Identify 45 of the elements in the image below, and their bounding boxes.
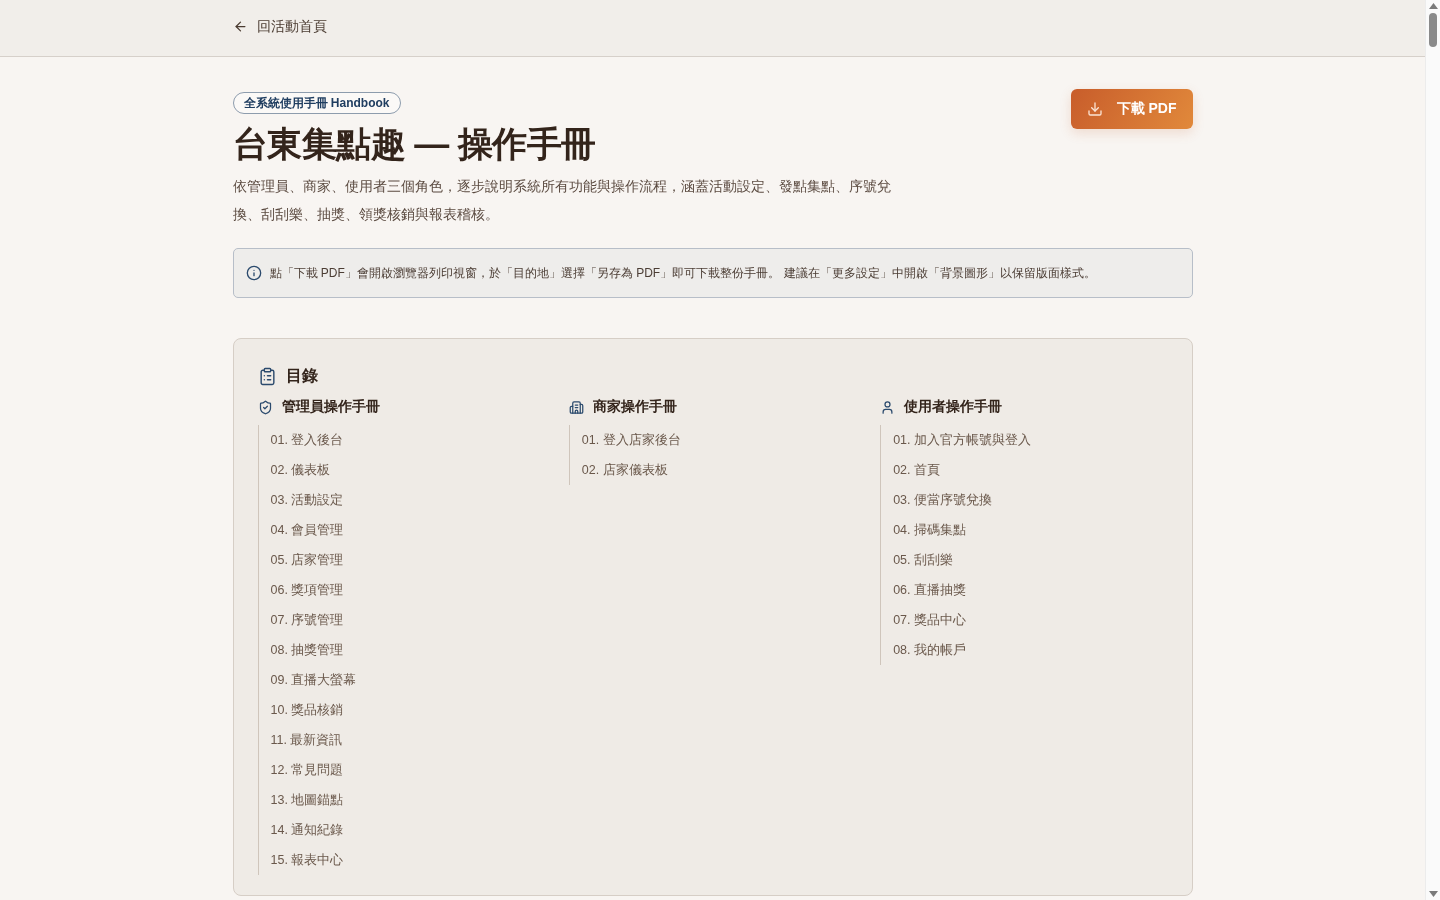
toc-link[interactable]: 11. 最新資訊 xyxy=(270,731,343,749)
download-icon xyxy=(1086,101,1103,117)
back-link[interactable]: 回活動首頁 xyxy=(232,17,327,36)
section-heading: 商家操作手冊 xyxy=(592,398,677,416)
toc-link[interactable]: 13. 地圖錨點 xyxy=(270,791,344,809)
scrollbar-thumb[interactable] xyxy=(1429,13,1437,47)
toc-link[interactable]: 03. 便當序號兌換 xyxy=(893,491,992,509)
toc-link[interactable]: 07. 獎品中心 xyxy=(893,611,966,629)
section-heading: 使用者操作手冊 xyxy=(904,398,1003,416)
page-description: 依管理員、商家、使用者三個角色，逐步說明系統所有功能與操作流程，涵蓋活動設定、發點集點、序號兌換、刮刮樂、抽獎、領獎核銷與報表稽核。 xyxy=(232,177,892,224)
toc-link[interactable]: 06. 直播抽獎 xyxy=(893,581,966,599)
scrollbar[interactable] xyxy=(1425,0,1440,900)
toc-link[interactable]: 15. 報表中心 xyxy=(270,851,344,869)
toc-link[interactable]: 09. 直播大螢幕 xyxy=(270,671,357,689)
toc-link[interactable]: 01. 登入後台 xyxy=(270,431,344,449)
shield-check-icon xyxy=(257,399,273,415)
toc-link[interactable]: 12. 常見問題 xyxy=(270,761,344,779)
toc-link[interactable]: 03. 活動設定 xyxy=(270,491,344,509)
section-heading: 管理員操作手冊 xyxy=(281,398,380,416)
toc-link[interactable]: 06. 獎項管理 xyxy=(270,581,344,599)
user-icon xyxy=(880,399,896,415)
info-icon xyxy=(245,265,262,281)
scroll-down-icon[interactable] xyxy=(1428,891,1438,897)
toc-link[interactable]: 02. 儀表板 xyxy=(270,461,331,479)
toc-title: 目錄 xyxy=(285,366,318,386)
notice-text: 點「下載 PDF」會開啟瀏覽器列印視窗，於「目的地」選擇「另存為 PDF」即可下載整份手冊。 建議在「更多設定」中開啟「背景圖形」以保留版面樣式。 xyxy=(269,264,1096,282)
toc-link[interactable]: 04. 掃碼集點 xyxy=(893,521,966,539)
building-icon xyxy=(568,399,584,415)
download-pdf-button[interactable]: 下載 PDF xyxy=(1070,89,1193,129)
toc-link[interactable]: 02. 店家儀表板 xyxy=(581,461,668,479)
toc-link[interactable]: 02. 首頁 xyxy=(893,461,940,479)
toc-link[interactable]: 01. 登入店家後台 xyxy=(581,431,681,449)
toc-link[interactable]: 04. 會員管理 xyxy=(270,521,344,539)
scroll-up-icon[interactable] xyxy=(1428,3,1438,9)
toc-link[interactable]: 14. 通知紀錄 xyxy=(270,821,344,839)
handbook-tag: 全系統使用手冊 Handbook xyxy=(232,92,401,114)
toc-link[interactable]: 07. 序號管理 xyxy=(270,611,344,629)
toc-link[interactable]: 05. 店家管理 xyxy=(270,551,344,569)
clipboard-list-icon xyxy=(257,366,277,386)
toc-link[interactable]: 08. 我的帳戶 xyxy=(893,641,966,659)
toc-link[interactable]: 08. 抽獎管理 xyxy=(270,641,344,659)
toc-link[interactable]: 05. 刮刮樂 xyxy=(893,551,953,569)
page-title: 台東集點趣 — 操作手冊 xyxy=(232,123,596,165)
toc-link[interactable]: 10. 獎品核銷 xyxy=(270,701,344,719)
toc-link[interactable]: 01. 加入官方帳號與登入 xyxy=(893,431,1031,449)
